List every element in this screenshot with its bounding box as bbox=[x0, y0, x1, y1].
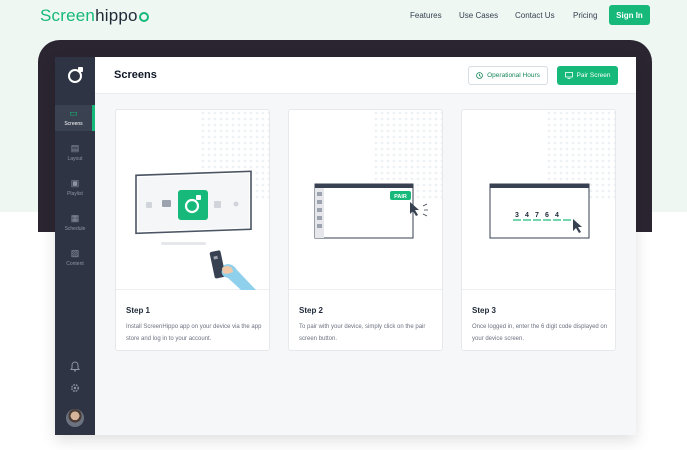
nav-pricing[interactable]: Pricing bbox=[573, 11, 597, 20]
site-topnav: Screen hippo Features Use Cases Contact U… bbox=[0, 0, 687, 32]
screenhippo-logo[interactable]: Screen hippo bbox=[40, 6, 149, 26]
nav-features[interactable]: Features bbox=[410, 11, 442, 20]
sidebar-item-label: Screens bbox=[64, 121, 83, 127]
code-digit-3: 7 bbox=[535, 212, 539, 219]
page-title: Screens bbox=[114, 69, 157, 81]
code-digit-1: 3 bbox=[515, 212, 519, 219]
step-3-description: Once logged in, enter the 6 digit code d… bbox=[472, 324, 608, 342]
sign-in-button[interactable]: Sign In bbox=[609, 5, 650, 25]
clock-icon bbox=[476, 72, 483, 79]
sidebar-item-content[interactable]: ▨ Content bbox=[55, 245, 95, 271]
screen-icon: ▭ bbox=[69, 108, 78, 118]
image-icon: ▨ bbox=[70, 248, 80, 258]
logo-mark-icon bbox=[138, 12, 149, 22]
operational-hours-button[interactable]: Operational Hours bbox=[468, 66, 548, 85]
code-digit-5: 4 bbox=[555, 212, 559, 219]
operational-hours-label: Operational Hours bbox=[487, 72, 540, 79]
step-card-1: Step 1 Install ScreenHippo app on your d… bbox=[115, 109, 270, 351]
logo-text-part2: hippo bbox=[95, 6, 138, 25]
calendar-icon: ▦ bbox=[70, 213, 80, 223]
sidebar-item-schedule[interactable]: ▦ Schedule bbox=[55, 210, 95, 236]
step-1-description: Install ScreenHippo app on your device v… bbox=[126, 324, 262, 342]
sidebar-item-label: Layout bbox=[67, 156, 83, 162]
step-1-title: Step 1 bbox=[126, 306, 151, 315]
app-window: ▭ Screens ▤ Layout ▣ Playlist ▦ Schedule… bbox=[55, 57, 636, 435]
app-logo-icon[interactable] bbox=[68, 67, 83, 83]
avatar[interactable] bbox=[66, 409, 84, 427]
step-2-illustration: PAIR bbox=[289, 110, 442, 290]
layout-icon: ▤ bbox=[70, 143, 80, 153]
step-1-illustration bbox=[116, 110, 269, 290]
pair-screen-button[interactable]: Pair Screen bbox=[557, 66, 618, 85]
logo-text-part1: Screen bbox=[40, 6, 96, 25]
nav-use-cases[interactable]: Use Cases bbox=[459, 11, 498, 20]
playlist-icon: ▣ bbox=[70, 178, 80, 188]
code-digit-4: 6 bbox=[545, 212, 549, 219]
step-card-3: 3 4 7 6 4 Step 3 Once logged in, enter t… bbox=[461, 109, 616, 351]
nav-contact-us[interactable]: Contact Us bbox=[515, 11, 555, 20]
gear-icon[interactable] bbox=[55, 383, 95, 396]
step-3-illustration: 3 4 7 6 4 bbox=[462, 110, 615, 290]
code-digit-2: 4 bbox=[525, 212, 529, 219]
sidebar-item-layout[interactable]: ▤ Layout bbox=[55, 140, 95, 166]
pair-badge-text: PAIR bbox=[394, 194, 407, 200]
sidebar-item-screens[interactable]: ▭ Screens bbox=[55, 105, 95, 131]
bell-icon[interactable] bbox=[55, 361, 95, 375]
step-2-description: To pair with your device, simply click o… bbox=[299, 324, 426, 342]
step-3-title: Step 3 bbox=[472, 306, 497, 315]
sidebar: ▭ Screens ▤ Layout ▣ Playlist ▦ Schedule… bbox=[55, 57, 95, 435]
sidebar-item-playlist[interactable]: ▣ Playlist bbox=[55, 175, 95, 201]
step-2-title: Step 2 bbox=[299, 306, 324, 315]
pair-screen-label: Pair Screen bbox=[576, 72, 611, 79]
step-card-2: PAIR Step 2 To pair with your device, si… bbox=[288, 109, 443, 351]
monitor-icon bbox=[564, 72, 573, 79]
page-header: Screens Operational Hours Pair Screen bbox=[95, 57, 636, 94]
sidebar-item-label: Schedule bbox=[64, 226, 86, 232]
sidebar-item-label: Content bbox=[66, 261, 84, 267]
sidebar-item-label: Playlist bbox=[67, 191, 83, 197]
